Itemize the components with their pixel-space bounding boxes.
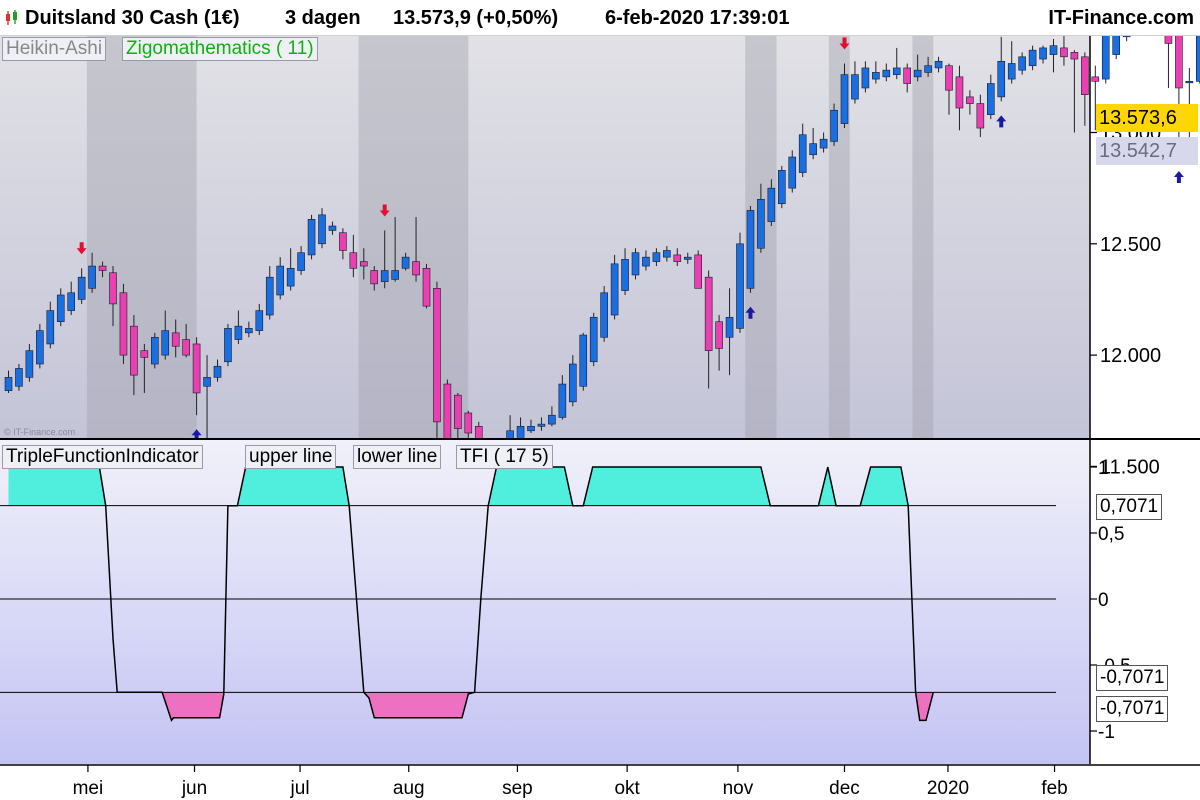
time-tick-label: okt [614,778,640,799]
tfi-upper-fill [488,467,573,506]
price-tick-label: 11.500 [1100,456,1160,478]
instrument-name: Duitsland 30 Cash (1€) [25,7,240,29]
candle [151,332,159,369]
highlight-zone [912,36,934,438]
close-price-label: 13.542,7 [1096,137,1198,165]
brand-name: IT-Finance.com [1048,7,1194,29]
legend-lower-line[interactable]: lower line [353,445,442,469]
candle [694,250,703,289]
time-tick-label: dec [829,778,860,799]
candle [224,323,232,367]
time-tick-label: 2020 [927,778,969,799]
candle [610,254,619,320]
watermark: © IT-Finance.com [4,427,75,437]
tfi-tick-label: 0,5 [1098,524,1124,545]
legend-zigomathematics[interactable]: Zigomathematics ( 11) [122,37,318,61]
time-tick-label: feb [1041,778,1067,799]
tfi-upper-fill [8,467,106,506]
tfi-value: -0,7071 [1096,696,1169,722]
candle [1101,36,1110,84]
candle [736,232,744,333]
candlestick-icon [6,10,17,25]
candle [1196,36,1200,84]
tfi-tick-label: -1 [1098,722,1115,743]
tfi-tick-label: 1 [1098,458,1109,479]
candle [422,263,431,309]
candle [307,214,316,260]
legend-upper-line[interactable]: upper line [245,445,337,469]
price-chart: 11.50012.00012.50013.00014.000 © IT-Fina… [0,36,1200,799]
candle [631,248,640,280]
candle [36,323,44,369]
timeframe: 3 dagen [285,7,361,29]
time-tick-label: jun [181,778,207,799]
highlight-zone [86,36,197,438]
time-tick-label: jul [290,778,310,799]
time-axis: mei jun jul aug sep okt nov dec 2020 feb [73,765,1068,799]
candle [1164,36,1173,88]
time-tick-label: nov [723,778,754,799]
candle [119,283,128,365]
time-tick-label: sep [502,778,533,799]
tfi-lower-fill [162,692,224,721]
candle [1122,36,1131,42]
last-quote: 13.573,9 (+0,50%) [393,7,559,29]
tfi-tick-label: 0 [1098,590,1109,611]
candle [1112,36,1120,60]
legend-heikin-ashi[interactable]: Heikin-Ashi [2,37,107,61]
tfi-lower-fill [363,692,475,718]
candle [777,165,786,209]
tfi-upper-fill [583,467,771,506]
candle [600,286,608,342]
upper-line-value: 0,7071 [1096,494,1163,520]
candle [746,205,755,293]
title-bar: Duitsland 30 Cash (1€) 3 dagen 13.573,9 … [0,0,1200,36]
legend-tfi-indicator[interactable]: TripleFunctionIndicator [2,445,203,469]
candle [589,312,598,367]
price-tick-label: 12.000 [1100,345,1161,367]
quote-datetime: 6-feb-2020 17:39:01 [605,7,790,29]
highlight-zone [358,36,469,438]
time-tick-label: mei [73,778,104,799]
lower-line-value: -0,7071 [1096,665,1169,691]
price-tick-label: 12.500 [1100,234,1161,256]
price-axis: 11.50012.00012.50013.00014.000 [1090,123,1161,478]
time-tick-label: aug [393,778,425,799]
buy-arrow [1173,170,1184,183]
tfi-upper-fill [237,467,350,506]
current-price-label: 13.573,6 [1096,104,1198,132]
candle [579,332,588,391]
legend-tfi-params[interactable]: TFI ( 17 5) [456,445,553,469]
